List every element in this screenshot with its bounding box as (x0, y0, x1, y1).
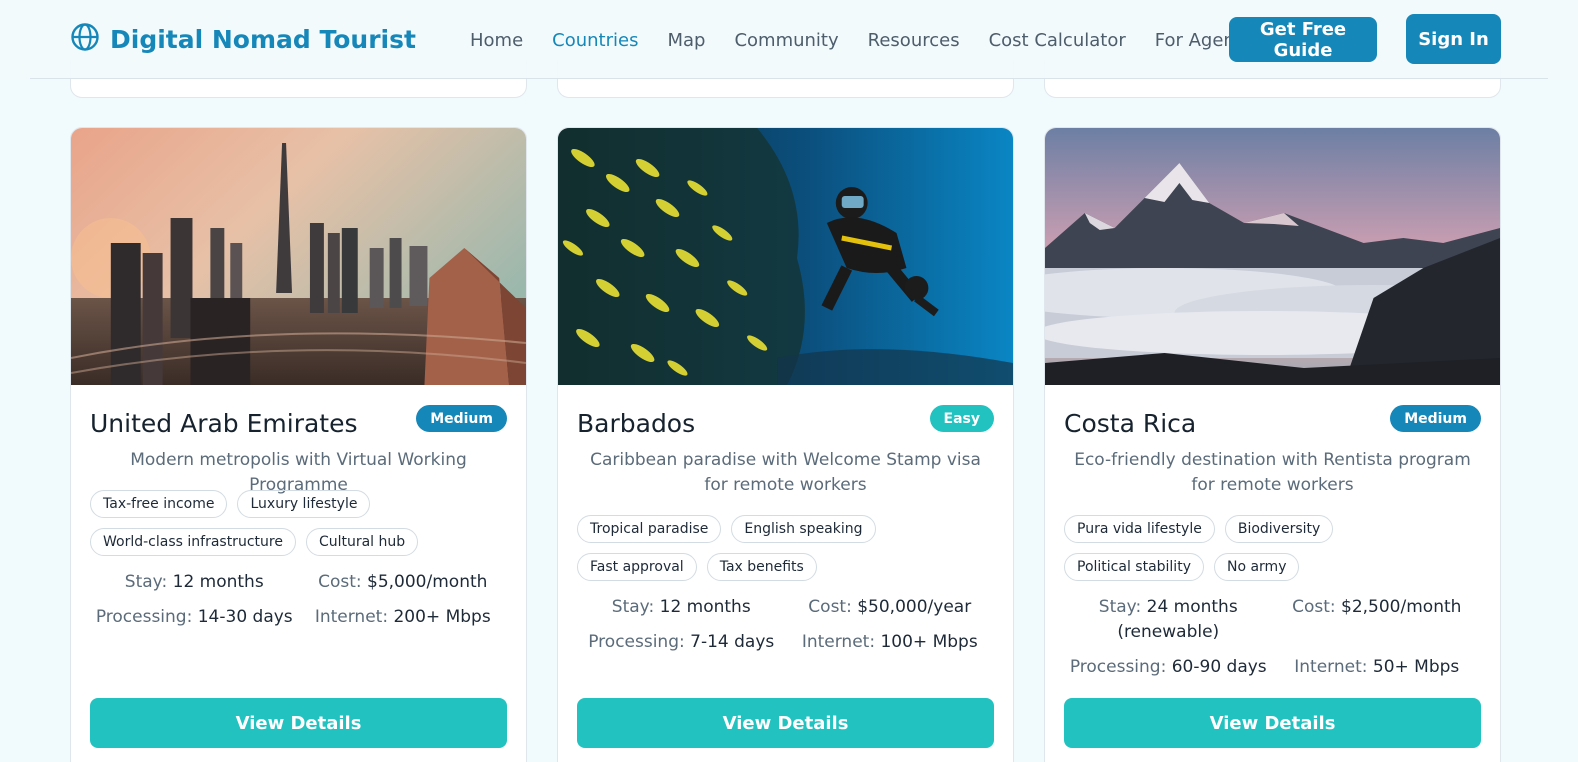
sign-in-button[interactable]: Sign In (1406, 14, 1501, 64)
tag: Pura vida lifestyle (1064, 515, 1215, 543)
card-title: Costa Rica (1064, 409, 1197, 438)
card-description: Eco-friendly destination with Rentista p… (1074, 450, 1471, 495)
tag: Fast approval (577, 553, 697, 581)
stat-processing: Processing: 60-90 days (1069, 657, 1267, 677)
mountains-above-clouds-photo (1045, 128, 1500, 385)
tag: Biodiversity (1224, 515, 1334, 543)
card-description: Caribbean paradise with Welcome Stamp vi… (590, 450, 981, 495)
difficulty-badge: Medium (416, 405, 507, 432)
tag: Luxury lifestyle (237, 490, 371, 518)
stat-internet: Internet: 50+ Mbps (1294, 657, 1460, 677)
stat-cost: Cost: $2,500/month (1292, 597, 1462, 617)
tag-list: Tropical paradise English speaking Fast … (577, 515, 994, 581)
nav-cost-calculator[interactable]: Cost Calculator (989, 30, 1126, 51)
country-card-uae[interactable]: United Arab Emirates Medium Modern metro… (70, 127, 527, 762)
nav-countries[interactable]: Countries (552, 30, 638, 51)
tag-list: Pura vida lifestyle Biodiversity Politic… (1064, 515, 1481, 581)
country-card-costa-rica[interactable]: Costa Rica Medium Eco-friendly destinati… (1044, 127, 1501, 762)
stat-stay: Stay: 12 months (124, 572, 264, 592)
dubai-skyline-photo (71, 128, 526, 385)
stat-internet: Internet: 100+ Mbps (801, 632, 978, 652)
stats-grid: Stay: 12 months Cost: $50,000/year Proce… (577, 595, 994, 655)
view-details-button[interactable]: View Details (1064, 698, 1481, 748)
stat-processing: Processing: 14-30 days (95, 607, 293, 627)
tag-list: Tax-free income Luxury lifestyle World-c… (90, 490, 507, 556)
stat-stay: Stay: 24 months (renewable) (1098, 597, 1238, 642)
stat-processing: Processing: 7-14 days (588, 632, 775, 652)
tag: Tax benefits (706, 553, 817, 581)
globe-icon (70, 22, 100, 56)
view-details-button[interactable]: View Details (577, 698, 994, 748)
card-title: Barbados (577, 409, 696, 438)
stats-grid: Stay: 12 months Cost: $5,000/month Proce… (90, 570, 507, 630)
stat-stay: Stay: 12 months (611, 597, 751, 617)
nav-map[interactable]: Map (667, 30, 705, 51)
nav-community[interactable]: Community (734, 30, 838, 51)
difficulty-badge: Easy (929, 405, 994, 432)
site-header: Digital Nomad Tourist Home Countries Map… (0, 0, 1578, 79)
header-divider (30, 78, 1548, 79)
tag: World-class infrastructure (90, 528, 296, 556)
nav-resources[interactable]: Resources (868, 30, 960, 51)
scuba-diver-reef-photo (558, 128, 1013, 385)
tag: Tax-free income (90, 490, 228, 518)
stat-cost: Cost: $50,000/year (808, 597, 972, 617)
difficulty-badge: Medium (1390, 405, 1481, 432)
stat-internet: Internet: 200+ Mbps (314, 607, 491, 627)
get-free-guide-button[interactable]: Get Free Guide (1229, 17, 1377, 62)
nav-home[interactable]: Home (470, 30, 523, 51)
brand-name: Digital Nomad Tourist (110, 24, 416, 54)
card-title: United Arab Emirates (90, 409, 358, 438)
tag: No army (1213, 553, 1300, 581)
tag: Tropical paradise (577, 515, 722, 543)
brand-logo-link[interactable]: Digital Nomad Tourist (70, 22, 416, 56)
stat-cost: Cost: $5,000/month (318, 572, 488, 592)
tag: Cultural hub (305, 528, 419, 556)
stats-grid: Stay: 24 months (renewable) Cost: $2,500… (1064, 595, 1481, 680)
country-card-barbados[interactable]: Barbados Easy Caribbean paradise with We… (557, 127, 1014, 762)
view-details-button[interactable]: View Details (90, 698, 507, 748)
tag: Political stability (1064, 553, 1204, 581)
main-nav: Home Countries Map Community Resources C… (470, 30, 1299, 51)
tag: English speaking (731, 515, 876, 543)
